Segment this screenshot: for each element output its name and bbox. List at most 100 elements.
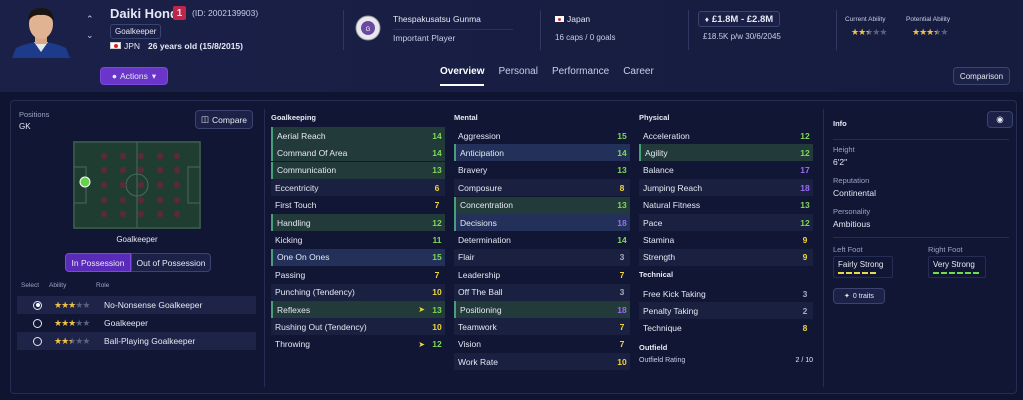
divider [823,109,824,387]
attribute-row[interactable]: Jumping Reach 18 [639,179,813,197]
attribute-value: 12 [800,217,810,228]
tab-performance[interactable]: Performance [552,66,609,86]
actions-button[interactable]: ● Actions ▾ [100,67,168,85]
attribute-row[interactable]: Off The Ball 3 [454,283,630,301]
attribute-value: 15 [617,130,627,141]
attribute-row[interactable]: First Touch 7 [271,197,445,214]
traits-button[interactable]: ✦ 0 traits [833,288,885,304]
attribute-row[interactable]: Pace 12 [639,214,813,231]
attribute-name: Composure [458,182,502,193]
attribute-row[interactable]: Balance 17 [639,162,813,179]
tab-overview[interactable]: Overview [440,66,485,86]
role-radio[interactable] [33,336,42,346]
attribute-row[interactable]: Teamwork 7 [454,318,630,336]
attribute-name: Anticipation [460,147,504,158]
attribute-row[interactable]: Concentration 13 [454,196,630,214]
outfield-title: Outfield [639,343,668,352]
role-radio[interactable] [33,300,42,310]
attribute-row[interactable]: Technique 8 [639,320,813,337]
value-badge[interactable]: ♦ £1.8M - £2.8M [698,11,780,27]
attribute-row[interactable]: Communication 13 [271,161,445,179]
attribute-row[interactable]: Leadership 7 [454,266,630,283]
attribute-row[interactable]: Eccentricity 6 [271,179,445,197]
attribute-row[interactable]: Penalty Taking 2 [639,302,813,320]
attribute-value: 7 [434,200,440,211]
divider [540,10,541,50]
attribute-value: 8 [619,182,625,193]
role-row[interactable]: ★★★★★ No-Nonsense Goalkeeper [17,296,256,314]
attribute-row[interactable]: Strength 9 [639,248,813,266]
attribute-row[interactable]: Natural Fitness 13 [639,197,813,214]
roles-header-select: Select [21,282,40,289]
attribute-value: 14 [432,130,442,141]
positions-title: Positions [19,110,50,119]
nation-name[interactable]: Japan [567,14,590,24]
in-possession-toggle[interactable]: In Possession [65,253,131,272]
star-empty-icon: ★ [82,317,90,328]
attribute-row[interactable]: Aggression 15 [454,127,630,144]
attribute-row[interactable]: Vision 7 [454,336,630,353]
attribute-row[interactable]: Stamina 9 [639,231,813,248]
divider [833,237,1009,238]
info-options-icon[interactable]: ◉ [987,111,1013,128]
out-possession-toggle[interactable]: Out of Possession [131,253,211,272]
person-icon: ● [111,71,117,81]
attribute-name: Vision [458,339,481,350]
attribute-row[interactable]: Kicking 11 [271,231,445,248]
attribute-row[interactable]: Punching (Tendency) 10 [271,283,445,301]
attribute-row[interactable]: Handling 12 [271,214,445,231]
chevron-down-icon: ▾ [151,70,157,81]
club-crest-icon: G [355,14,381,42]
star-empty-icon: ★ [82,335,90,346]
attribute-name: Penalty Taking [643,305,699,316]
attribute-row[interactable]: Work Rate 10 [454,353,630,371]
attribute-value: 13 [432,304,442,315]
compare-button[interactable]: ◫ Compare [195,110,253,129]
personality-value: Ambitious [833,219,871,229]
role-row[interactable]: ★★★★★ Goalkeeper [17,314,256,332]
attribute-value: 13 [800,200,810,211]
attribute-name: Punching (Tendency) [275,287,355,298]
attribute-name: Strength [643,252,676,263]
attribute-row[interactable]: Command Of Area 14 [271,144,445,162]
attribute-row[interactable]: Aerial Reach 14 [271,127,445,144]
attribute-row[interactable]: Composure 8 [454,179,630,197]
attribute-row[interactable]: Agility 12 [639,144,813,162]
attribute-row[interactable]: Positioning 18 [454,301,630,318]
chevron-down-icon[interactable]: ⌄ [86,30,94,41]
attribute-row[interactable]: Anticipation 14 [454,144,630,162]
attribute-row[interactable]: Decisions 18 [454,214,630,231]
attribute-row[interactable]: Flair 3 [454,248,630,266]
current-ability-label: Current Ability [845,16,886,23]
attribute-value: 14 [617,234,627,245]
attribute-row[interactable]: Throwing ➤ 12 [271,336,445,353]
attribute-name: Agility [645,147,668,158]
attribute-name: Rushing Out (Tendency) [275,321,367,332]
comparison-button[interactable]: Comparison [953,67,1010,85]
current-ability-stars: ★★★★★ [851,27,887,38]
attribute-name: Off The Ball [458,287,503,298]
tab-career[interactable]: Career [623,66,654,86]
chevron-up-icon[interactable]: ⌃ [86,14,94,25]
role-row[interactable]: ★★★★★ Ball-Playing Goalkeeper [17,332,256,350]
attribute-row[interactable]: Passing 7 [271,266,445,283]
attribute-value: 9 [802,252,808,263]
attribute-row[interactable]: Rushing Out (Tendency) 10 [271,318,445,336]
attribute-row[interactable]: Free Kick Taking 3 [639,285,813,302]
attribute-name: Balance [643,165,674,176]
attribute-row[interactable]: Reflexes ➤ 13 [271,301,445,318]
attribute-row[interactable]: Bravery 13 [454,162,630,179]
attribute-value: 17 [800,165,810,176]
attribute-name: Natural Fitness [643,200,701,211]
club-name[interactable]: Thespakusatsu Gunma [393,14,513,30]
attribute-row[interactable]: One On Ones 15 [271,248,445,266]
attribute-row[interactable]: Acceleration 12 [639,127,813,144]
role-ability-stars: ★★★★★ [54,336,100,347]
physical-title: Physical [639,113,670,122]
tab-personal[interactable]: Personal [498,66,537,86]
attribute-row[interactable]: Determination 14 [454,231,630,248]
role-radio[interactable] [33,318,42,328]
divider [688,10,689,50]
attribute-value: 7 [619,321,625,332]
attribute-name: Free Kick Taking [643,288,706,299]
